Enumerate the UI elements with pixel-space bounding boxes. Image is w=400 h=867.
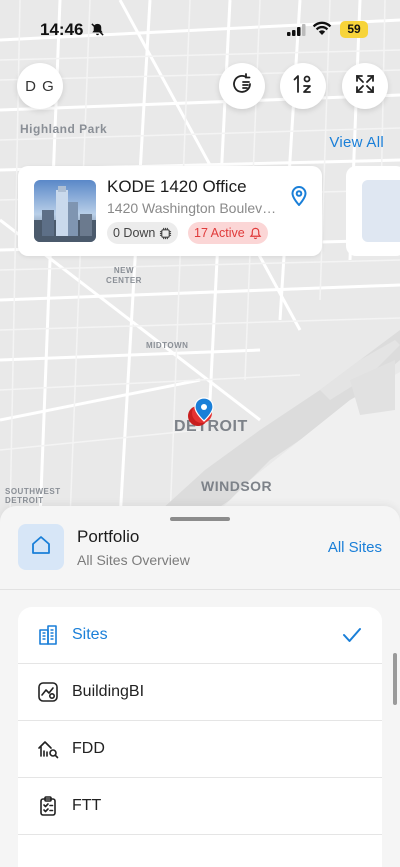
fullscreen-button[interactable] [342,63,388,109]
site-card[interactable]: KODE 1420 Office 1420 Washington Bouleva… [18,166,322,256]
expand-icon [354,73,376,100]
bottom-sheet[interactable]: Portfolio All Sites Overview All Sites S… [0,506,400,867]
map-label-midtown: MIDTOWN [146,341,189,350]
next-site-card[interactable] [346,166,400,256]
next-site-thumbnail [362,180,400,242]
sort-button[interactable] [280,63,326,109]
active-count: 17 Active [194,226,245,240]
scrollbar[interactable] [393,653,397,705]
clipboard-icon [36,794,60,818]
map-label-highland-park: Highland Park [20,122,108,136]
map-pin-marker-icon[interactable] [184,396,220,437]
chip-icon [159,227,172,240]
fdd-icon [36,737,60,761]
map-label-new-center: NEW CENTER [106,266,142,285]
menu-item-label: FTT [72,797,102,814]
portfolio-icon-tile [18,524,64,570]
sort-icon [291,72,315,101]
site-thumbnail [34,180,96,242]
home-icon [30,534,52,561]
navigation-menu: Sites BuildingBI FDD FTT [18,607,382,867]
menu-item-buildingbi[interactable]: BuildingBI [18,664,382,721]
active-alarms-badge: 17 Active [188,222,268,244]
building-icon [36,623,60,647]
bell-off-icon [90,22,105,42]
menu-item-fdd[interactable]: FDD [18,721,382,778]
sheet-drag-handle[interactable] [170,517,230,521]
all-sites-link[interactable]: All Sites [328,539,382,556]
location-pin-icon[interactable] [291,186,307,211]
user-avatar-button[interactable]: D G [17,63,63,109]
chart-gear-icon [36,680,60,704]
status-time: 14:46 [40,20,84,39]
menu-item-label: FDD [72,740,105,757]
cellular-signal-icon [287,23,307,41]
portfolio-title: Portfolio [77,527,140,546]
map-label-windsor: WINDSOR [201,478,273,494]
down-count: 0 Down [113,226,156,240]
status-bar: 14:46 59 [0,0,400,56]
menu-item-label: Sites [72,626,108,643]
view-all-link[interactable]: View All [329,134,384,151]
site-title: KODE 1420 Office [107,177,247,196]
portfolio-subtitle: All Sites Overview [77,552,190,568]
alarm-bell-icon [249,227,262,240]
checkmark-icon [342,626,362,649]
history-button[interactable] [219,63,265,109]
menu-item-label: BuildingBI [72,683,145,700]
history-icon [230,72,254,101]
map-label-southwest: SOUTHWEST DETROIT [5,487,61,505]
down-status-badge: 0 Down [107,222,179,244]
wifi-icon [312,21,332,41]
site-address: 1420 Washington Boulevard [107,200,277,216]
divider [0,589,400,590]
battery-indicator: 59 [340,21,368,38]
menu-item-ftt[interactable]: FTT [18,778,382,835]
menu-item-sites[interactable]: Sites [18,607,382,664]
